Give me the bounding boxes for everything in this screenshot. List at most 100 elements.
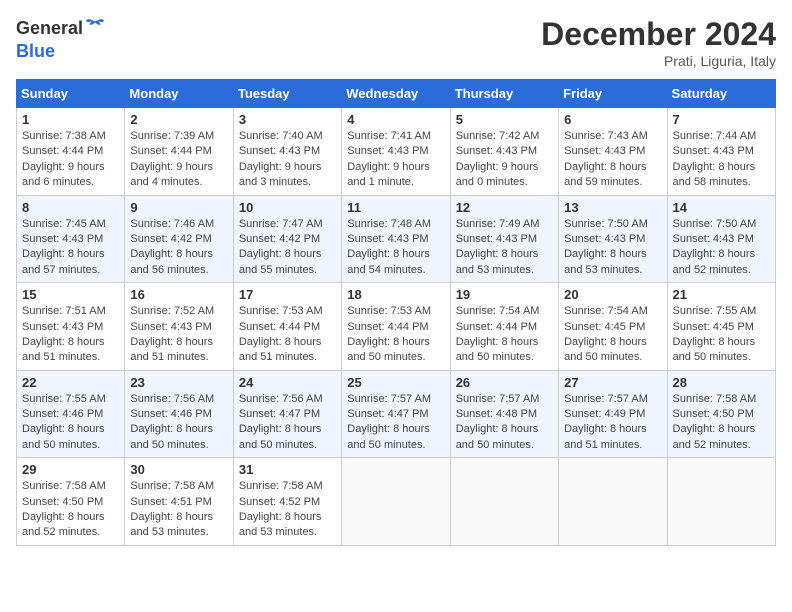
calendar: SundayMondayTuesdayWednesdayThursdayFrid… bbox=[16, 79, 776, 546]
daylight-label: Daylight: 9 hours and 4 minutes. bbox=[130, 161, 213, 188]
sunset-label: Sunset: 4:45 PM bbox=[564, 321, 645, 333]
title-area: December 2024 Prati, Liguria, Italy bbox=[541, 16, 776, 69]
day-info: Sunrise: 7:55 AM Sunset: 4:46 PM Dayligh… bbox=[22, 392, 119, 454]
sunset-label: Sunset: 4:42 PM bbox=[130, 233, 211, 245]
calendar-cell: 17 Sunrise: 7:53 AM Sunset: 4:44 PM Dayl… bbox=[233, 283, 341, 371]
sunset-label: Sunset: 4:43 PM bbox=[456, 233, 537, 245]
calendar-cell: 19 Sunrise: 7:54 AM Sunset: 4:44 PM Dayl… bbox=[450, 283, 558, 371]
sunrise-label: Sunrise: 7:50 AM bbox=[673, 218, 757, 230]
sunrise-label: Sunrise: 7:46 AM bbox=[130, 218, 214, 230]
sunset-label: Sunset: 4:44 PM bbox=[347, 321, 428, 333]
weekday-header: Saturday bbox=[667, 80, 775, 108]
sunrise-label: Sunrise: 7:51 AM bbox=[22, 305, 106, 317]
calendar-week-row: 8 Sunrise: 7:45 AM Sunset: 4:43 PM Dayli… bbox=[17, 195, 776, 283]
logo: General Blue bbox=[16, 16, 105, 62]
daylight-label: Daylight: 8 hours and 57 minutes. bbox=[22, 248, 105, 275]
day-number: 11 bbox=[347, 200, 444, 215]
day-number: 7 bbox=[673, 112, 770, 127]
daylight-label: Daylight: 8 hours and 52 minutes. bbox=[673, 248, 756, 275]
sunset-label: Sunset: 4:43 PM bbox=[564, 145, 645, 157]
location: Prati, Liguria, Italy bbox=[541, 53, 776, 69]
calendar-cell bbox=[450, 458, 558, 546]
sunset-label: Sunset: 4:42 PM bbox=[239, 233, 320, 245]
sunrise-label: Sunrise: 7:57 AM bbox=[347, 393, 431, 405]
calendar-cell: 9 Sunrise: 7:46 AM Sunset: 4:42 PM Dayli… bbox=[125, 195, 233, 283]
day-info: Sunrise: 7:45 AM Sunset: 4:43 PM Dayligh… bbox=[22, 217, 119, 279]
calendar-cell bbox=[667, 458, 775, 546]
calendar-cell: 29 Sunrise: 7:58 AM Sunset: 4:50 PM Dayl… bbox=[17, 458, 125, 546]
sunset-label: Sunset: 4:49 PM bbox=[564, 408, 645, 420]
sunset-label: Sunset: 4:46 PM bbox=[22, 408, 103, 420]
sunset-label: Sunset: 4:43 PM bbox=[347, 145, 428, 157]
day-number: 8 bbox=[22, 200, 119, 215]
daylight-label: Daylight: 9 hours and 3 minutes. bbox=[239, 161, 322, 188]
sunset-label: Sunset: 4:50 PM bbox=[22, 496, 103, 508]
day-info: Sunrise: 7:53 AM Sunset: 4:44 PM Dayligh… bbox=[347, 304, 444, 366]
sunrise-label: Sunrise: 7:48 AM bbox=[347, 218, 431, 230]
daylight-label: Daylight: 8 hours and 59 minutes. bbox=[564, 161, 647, 188]
daylight-label: Daylight: 8 hours and 51 minutes. bbox=[239, 336, 322, 363]
calendar-cell: 18 Sunrise: 7:53 AM Sunset: 4:44 PM Dayl… bbox=[342, 283, 450, 371]
sunset-label: Sunset: 4:50 PM bbox=[673, 408, 754, 420]
day-number: 25 bbox=[347, 375, 444, 390]
day-info: Sunrise: 7:56 AM Sunset: 4:46 PM Dayligh… bbox=[130, 392, 227, 454]
day-info: Sunrise: 7:48 AM Sunset: 4:43 PM Dayligh… bbox=[347, 217, 444, 279]
daylight-label: Daylight: 8 hours and 53 minutes. bbox=[456, 248, 539, 275]
logo-general-text: General bbox=[16, 18, 83, 39]
day-number: 1 bbox=[22, 112, 119, 127]
calendar-cell: 10 Sunrise: 7:47 AM Sunset: 4:42 PM Dayl… bbox=[233, 195, 341, 283]
calendar-cell: 11 Sunrise: 7:48 AM Sunset: 4:43 PM Dayl… bbox=[342, 195, 450, 283]
day-number: 14 bbox=[673, 200, 770, 215]
day-info: Sunrise: 7:46 AM Sunset: 4:42 PM Dayligh… bbox=[130, 217, 227, 279]
day-info: Sunrise: 7:56 AM Sunset: 4:47 PM Dayligh… bbox=[239, 392, 336, 454]
sunrise-label: Sunrise: 7:54 AM bbox=[564, 305, 648, 317]
weekday-header: Tuesday bbox=[233, 80, 341, 108]
day-number: 24 bbox=[239, 375, 336, 390]
day-number: 10 bbox=[239, 200, 336, 215]
calendar-cell: 31 Sunrise: 7:58 AM Sunset: 4:52 PM Dayl… bbox=[233, 458, 341, 546]
calendar-week-row: 15 Sunrise: 7:51 AM Sunset: 4:43 PM Dayl… bbox=[17, 283, 776, 371]
day-number: 4 bbox=[347, 112, 444, 127]
day-info: Sunrise: 7:50 AM Sunset: 4:43 PM Dayligh… bbox=[673, 217, 770, 279]
day-number: 5 bbox=[456, 112, 553, 127]
sunset-label: Sunset: 4:43 PM bbox=[130, 321, 211, 333]
sunset-label: Sunset: 4:47 PM bbox=[239, 408, 320, 420]
day-info: Sunrise: 7:39 AM Sunset: 4:44 PM Dayligh… bbox=[130, 129, 227, 191]
sunrise-label: Sunrise: 7:55 AM bbox=[673, 305, 757, 317]
sunset-label: Sunset: 4:43 PM bbox=[22, 321, 103, 333]
day-info: Sunrise: 7:57 AM Sunset: 4:49 PM Dayligh… bbox=[564, 392, 661, 454]
sunset-label: Sunset: 4:43 PM bbox=[22, 233, 103, 245]
daylight-label: Daylight: 8 hours and 53 minutes. bbox=[130, 511, 213, 538]
calendar-cell: 5 Sunrise: 7:42 AM Sunset: 4:43 PM Dayli… bbox=[450, 108, 558, 196]
daylight-label: Daylight: 8 hours and 52 minutes. bbox=[22, 511, 105, 538]
sunset-label: Sunset: 4:46 PM bbox=[130, 408, 211, 420]
sunset-label: Sunset: 4:43 PM bbox=[564, 233, 645, 245]
calendar-header-row: SundayMondayTuesdayWednesdayThursdayFrid… bbox=[17, 80, 776, 108]
sunset-label: Sunset: 4:44 PM bbox=[130, 145, 211, 157]
day-number: 28 bbox=[673, 375, 770, 390]
weekday-header: Wednesday bbox=[342, 80, 450, 108]
sunrise-label: Sunrise: 7:43 AM bbox=[564, 130, 648, 142]
day-info: Sunrise: 7:58 AM Sunset: 4:50 PM Dayligh… bbox=[673, 392, 770, 454]
day-info: Sunrise: 7:55 AM Sunset: 4:45 PM Dayligh… bbox=[673, 304, 770, 366]
sunrise-label: Sunrise: 7:53 AM bbox=[347, 305, 431, 317]
daylight-label: Daylight: 8 hours and 53 minutes. bbox=[239, 511, 322, 538]
calendar-week-row: 1 Sunrise: 7:38 AM Sunset: 4:44 PM Dayli… bbox=[17, 108, 776, 196]
day-info: Sunrise: 7:50 AM Sunset: 4:43 PM Dayligh… bbox=[564, 217, 661, 279]
calendar-cell: 21 Sunrise: 7:55 AM Sunset: 4:45 PM Dayl… bbox=[667, 283, 775, 371]
calendar-cell: 3 Sunrise: 7:40 AM Sunset: 4:43 PM Dayli… bbox=[233, 108, 341, 196]
sunset-label: Sunset: 4:44 PM bbox=[22, 145, 103, 157]
daylight-label: Daylight: 8 hours and 51 minutes. bbox=[22, 336, 105, 363]
sunrise-label: Sunrise: 7:56 AM bbox=[239, 393, 323, 405]
calendar-cell: 20 Sunrise: 7:54 AM Sunset: 4:45 PM Dayl… bbox=[559, 283, 667, 371]
sunrise-label: Sunrise: 7:56 AM bbox=[130, 393, 214, 405]
sunrise-label: Sunrise: 7:53 AM bbox=[239, 305, 323, 317]
daylight-label: Daylight: 8 hours and 51 minutes. bbox=[564, 423, 647, 450]
calendar-cell: 12 Sunrise: 7:49 AM Sunset: 4:43 PM Dayl… bbox=[450, 195, 558, 283]
sunset-label: Sunset: 4:52 PM bbox=[239, 496, 320, 508]
day-number: 26 bbox=[456, 375, 553, 390]
day-number: 9 bbox=[130, 200, 227, 215]
day-number: 29 bbox=[22, 462, 119, 477]
logo-bird-icon bbox=[85, 16, 105, 41]
day-number: 21 bbox=[673, 287, 770, 302]
